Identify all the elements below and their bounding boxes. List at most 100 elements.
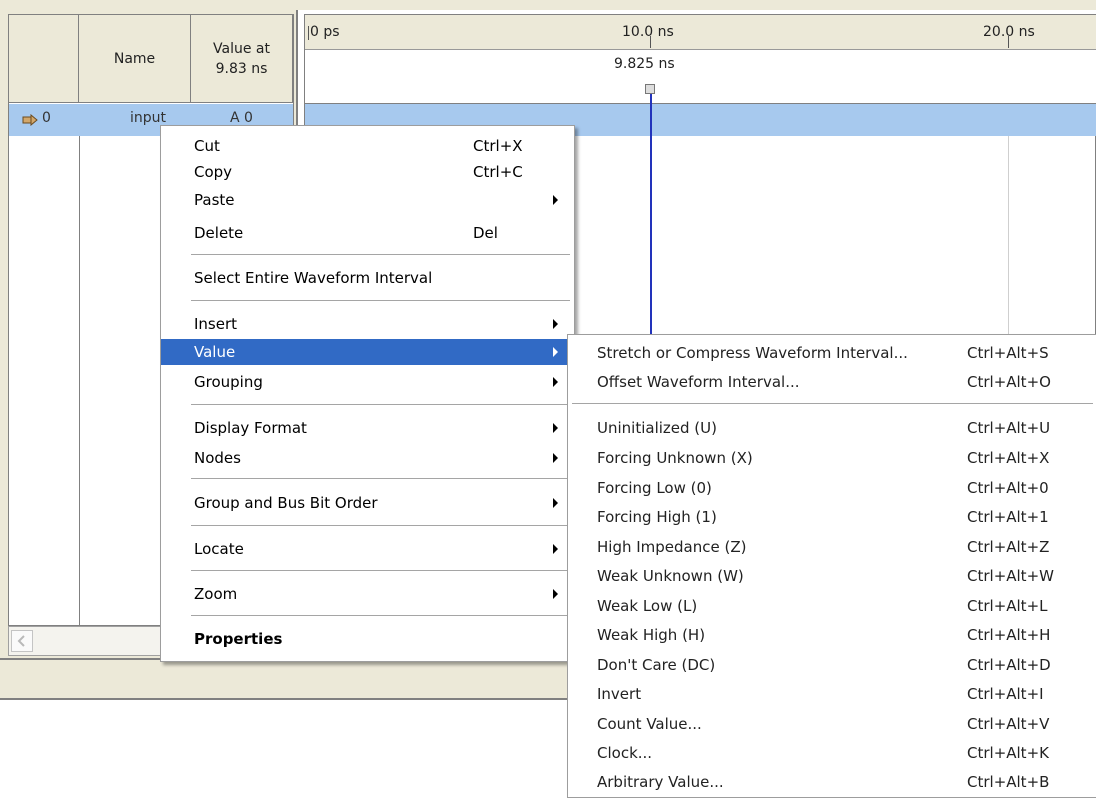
menu-label: Clock... xyxy=(597,744,653,762)
menu-shortcut: Ctrl+Alt+I xyxy=(967,685,1044,703)
row-node-value: A 0 xyxy=(230,110,253,126)
menu-shortcut: Ctrl+X xyxy=(473,137,523,155)
chevron-right-icon xyxy=(553,377,558,387)
submenu-item[interactable]: Offset Waveform Interval... Ctrl+Alt+O xyxy=(568,369,1096,395)
menu-shortcut: Del xyxy=(473,224,498,242)
menu-label: Zoom xyxy=(194,585,238,603)
menu-label: Nodes xyxy=(194,449,241,467)
menu-label: Copy xyxy=(194,163,233,181)
submenu-item[interactable]: High Impedance (Z) Ctrl+Alt+Z xyxy=(568,534,1096,560)
menu-label: Insert xyxy=(194,315,238,333)
menu-item-value[interactable]: Value xyxy=(161,339,574,365)
chevron-right-icon xyxy=(553,423,558,433)
menu-label: Invert xyxy=(597,685,642,703)
column-divider xyxy=(79,136,80,626)
context-menu: Cut Ctrl+X Copy Ctrl+C Paste Delete Del Sel… xyxy=(160,125,575,662)
row-index: 0 xyxy=(42,110,51,126)
tick-mark xyxy=(1008,36,1009,48)
menu-shortcut: Ctrl+Alt+K xyxy=(967,744,1049,762)
menu-item-paste[interactable]: Paste xyxy=(161,187,574,213)
menu-shortcut: Ctrl+Alt+O xyxy=(967,373,1051,391)
menu-label: High Impedance (Z) xyxy=(597,538,747,556)
menu-shortcut: Ctrl+Alt+V xyxy=(967,715,1050,733)
column-header-name[interactable]: Name xyxy=(79,15,191,103)
chevron-right-icon xyxy=(553,347,558,357)
menu-label: Weak Unknown (W) xyxy=(597,567,744,585)
menu-shortcut: Ctrl+Alt+B xyxy=(967,773,1050,791)
menu-label: Weak Low (L) xyxy=(597,597,698,615)
chevron-right-icon xyxy=(553,498,558,508)
menu-shortcut: Ctrl+Alt+U xyxy=(967,419,1051,437)
menu-item-bit-order[interactable]: Group and Bus Bit Order xyxy=(161,490,574,516)
menu-separator xyxy=(191,478,570,479)
menu-label: Delete xyxy=(194,224,244,242)
menu-shortcut: Ctrl+C xyxy=(473,163,523,181)
chevron-left-icon[interactable] xyxy=(11,630,33,652)
tick-label-10ns: 10.0 ns xyxy=(622,24,674,40)
submenu-item[interactable]: Stretch or Compress Waveform Interval...… xyxy=(568,340,1096,366)
menu-label: Count Value... xyxy=(597,715,702,733)
menu-separator xyxy=(191,525,570,526)
tick-mark xyxy=(308,26,309,40)
menu-label: Weak High (H) xyxy=(597,626,706,644)
menu-item-nodes[interactable]: Nodes xyxy=(161,445,574,471)
time-cursor-handle[interactable] xyxy=(645,84,655,94)
menu-label: Properties xyxy=(194,630,283,648)
menu-item-select-entire-interval[interactable]: Select Entire Waveform Interval xyxy=(161,265,574,291)
menu-label: Cut xyxy=(194,137,220,155)
menu-label: Don't Care (DC) xyxy=(597,656,716,674)
chevron-right-icon xyxy=(553,544,558,554)
chevron-right-icon xyxy=(553,453,558,463)
menu-label: Value xyxy=(194,343,236,361)
menu-separator xyxy=(191,300,570,301)
menu-separator xyxy=(191,570,570,571)
menu-separator xyxy=(572,403,1093,404)
menu-label: Group and Bus Bit Order xyxy=(194,494,378,512)
window-top-strip xyxy=(0,0,1096,10)
menu-label: Select Entire Waveform Interval xyxy=(194,269,433,287)
menu-shortcut: Ctrl+Alt+1 xyxy=(967,508,1049,526)
submenu-item[interactable]: Forcing Unknown (X) Ctrl+Alt+X xyxy=(568,445,1096,471)
menu-label: Paste xyxy=(194,191,235,209)
menu-label: Offset Waveform Interval... xyxy=(597,373,800,391)
input-pin-icon xyxy=(22,112,38,127)
submenu-item[interactable]: Don't Care (DC) Ctrl+Alt+D xyxy=(568,652,1096,678)
submenu-item[interactable]: Weak Low (L) Ctrl+Alt+L xyxy=(568,593,1096,619)
column-header-value[interactable]: Value at 9.83 ns xyxy=(191,15,293,103)
menu-item-zoom[interactable]: Zoom xyxy=(161,581,574,607)
menu-shortcut: Ctrl+Alt+W xyxy=(967,567,1054,585)
cursor-time-label: 9.825 ns xyxy=(614,56,675,72)
chevron-right-icon xyxy=(553,589,558,599)
menu-item-copy[interactable]: Copy Ctrl+C xyxy=(161,159,574,185)
menu-label: Stretch or Compress Waveform Interval... xyxy=(597,344,908,362)
menu-item-grouping[interactable]: Grouping xyxy=(161,369,574,395)
chevron-right-icon xyxy=(553,195,558,205)
menu-item-cut[interactable]: Cut Ctrl+X xyxy=(161,133,574,159)
row-node-name[interactable]: input xyxy=(130,110,166,126)
submenu-item[interactable]: Forcing Low (0) Ctrl+Alt+0 xyxy=(568,475,1096,501)
menu-item-locate[interactable]: Locate xyxy=(161,536,574,562)
menu-shortcut: Ctrl+Alt+X xyxy=(967,449,1050,467)
submenu-item[interactable]: Weak High (H) Ctrl+Alt+H xyxy=(568,622,1096,648)
menu-shortcut: Ctrl+Alt+H xyxy=(967,626,1051,644)
tick-label-0ps: 0 ps xyxy=(310,24,340,40)
submenu-item[interactable]: Invert Ctrl+Alt+I xyxy=(568,681,1096,707)
submenu-item[interactable]: Clock... Ctrl+Alt+K xyxy=(568,740,1096,766)
menu-item-delete[interactable]: Delete Del xyxy=(161,220,574,246)
column-header-index xyxy=(9,15,79,103)
menu-item-properties[interactable]: Properties xyxy=(161,626,574,652)
menu-shortcut: Ctrl+Alt+D xyxy=(967,656,1051,674)
menu-separator xyxy=(191,615,570,616)
submenu-item[interactable]: Arbitrary Value... Ctrl+Alt+B xyxy=(568,769,1096,795)
menu-label: Forcing Unknown (X) xyxy=(597,449,753,467)
submenu-item[interactable]: Uninitialized (U) Ctrl+Alt+U xyxy=(568,415,1096,441)
menu-label: Uninitialized (U) xyxy=(597,419,717,437)
time-ruler-strip xyxy=(305,15,1096,50)
menu-item-display-format[interactable]: Display Format xyxy=(161,415,574,441)
menu-item-insert[interactable]: Insert xyxy=(161,311,574,337)
submenu-item[interactable]: Count Value... Ctrl+Alt+V xyxy=(568,711,1096,737)
tick-mark xyxy=(650,36,651,48)
menu-shortcut: Ctrl+Alt+L xyxy=(967,597,1048,615)
submenu-item[interactable]: Forcing High (1) Ctrl+Alt+1 xyxy=(568,504,1096,530)
submenu-item[interactable]: Weak Unknown (W) Ctrl+Alt+W xyxy=(568,563,1096,589)
